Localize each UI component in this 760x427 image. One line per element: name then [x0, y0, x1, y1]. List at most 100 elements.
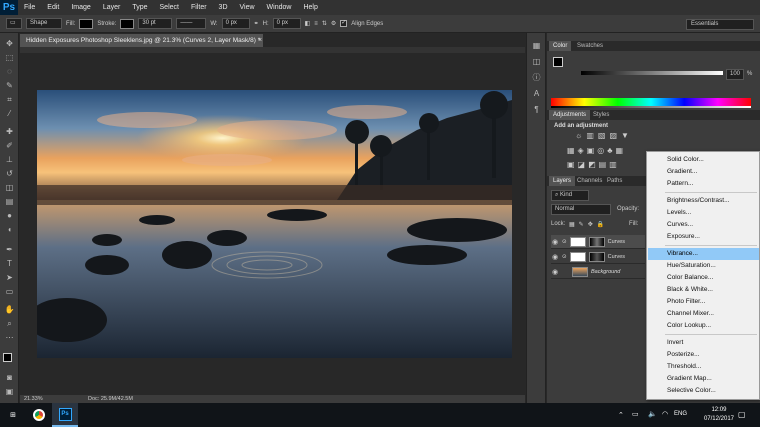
menu-item-exposure[interactable]: Exposure...: [648, 231, 759, 243]
stroke-swatch[interactable]: [120, 18, 135, 29]
menu-select[interactable]: Select: [154, 0, 185, 15]
tab-channels[interactable]: Channels: [573, 176, 606, 186]
layer-mask-thumbnail[interactable]: [588, 236, 605, 247]
adjustment-icons-row-1[interactable]: ☼▥▧▨▼: [575, 131, 633, 140]
layer-thumbnail[interactable]: [572, 266, 588, 277]
language-indicator[interactable]: ENG: [674, 411, 687, 417]
menu-item-levels[interactable]: Levels...: [648, 207, 759, 219]
chrome-icon[interactable]: [26, 403, 52, 427]
link-icon[interactable]: ⚭: [254, 20, 259, 27]
layer-mask-thumbnail[interactable]: [569, 236, 586, 247]
zoom-level[interactable]: 21.33%: [24, 395, 43, 403]
layer-row[interactable]: ◉ ⊙ Curves: [551, 235, 645, 249]
eyedropper-tool-icon[interactable]: ⁄: [4, 109, 15, 118]
notifications-icon[interactable]: ▢: [738, 410, 746, 419]
menu-item-black-white[interactable]: Black & White...: [648, 284, 759, 296]
menu-item-channel-mixer[interactable]: Channel Mixer...: [648, 308, 759, 320]
stroke-width-field[interactable]: 30 pt: [138, 18, 173, 29]
menu-item-curves[interactable]: Curves...: [648, 219, 759, 231]
brush-tool-icon[interactable]: ✐: [4, 141, 15, 150]
color-foreground-swatch[interactable]: [553, 57, 563, 67]
fill-swatch[interactable]: [79, 18, 94, 29]
color-value-field[interactable]: 100: [726, 69, 744, 80]
blend-mode-select[interactable]: Normal: [551, 204, 611, 215]
menu-item-posterize[interactable]: Posterize...: [648, 349, 759, 361]
crop-tool-icon[interactable]: ⌗: [4, 95, 15, 104]
path-arrangement-icon[interactable]: ⇅: [322, 20, 327, 27]
type-tool-icon[interactable]: T: [4, 259, 15, 268]
document-image[interactable]: [37, 90, 512, 358]
screen-mode-icon[interactable]: ▣: [4, 387, 15, 396]
wifi-icon[interactable]: ◠: [662, 410, 668, 418]
tab-swatches[interactable]: Swatches: [573, 41, 607, 51]
eraser-tool-icon[interactable]: ◫: [4, 183, 15, 192]
marquee-tool-icon[interactable]: ⬚: [4, 53, 15, 62]
lasso-tool-icon[interactable]: ◌: [4, 67, 15, 76]
layer-name[interactable]: Curves: [608, 239, 625, 245]
gradient-tool-icon[interactable]: ▤: [4, 197, 15, 206]
menu-file[interactable]: File: [18, 0, 41, 15]
network-icon[interactable]: ▭: [632, 410, 639, 418]
layer-name[interactable]: Background: [591, 269, 620, 275]
rectangle-tool-icon[interactable]: ▭: [4, 287, 15, 296]
adjustment-icons-row-3[interactable]: ▣◪◩▤▥: [567, 160, 620, 169]
lock-icons[interactable]: ▦✎✥🔒: [569, 221, 608, 228]
menu-item-threshold[interactable]: Threshold...: [648, 361, 759, 373]
hand-tool-icon[interactable]: ✋: [4, 305, 15, 314]
dodge-tool-icon[interactable]: ◖: [4, 225, 15, 234]
eye-icon[interactable]: ◉: [551, 253, 559, 261]
eye-icon[interactable]: ◉: [551, 268, 559, 276]
layer-mask-thumbnail[interactable]: [569, 251, 586, 262]
move-tool-icon[interactable]: ✥: [4, 39, 15, 48]
layer-row[interactable]: ◉ Background: [551, 265, 645, 279]
healing-brush-tool-icon[interactable]: ✚: [4, 127, 15, 136]
menu-item-color-balance[interactable]: Color Balance...: [648, 272, 759, 284]
menu-item-hue-saturation[interactable]: Hue/Saturation...: [648, 260, 759, 272]
properties-panel-icon[interactable]: ◫: [531, 57, 542, 66]
quick-mask-icon[interactable]: ◙: [4, 373, 15, 382]
tab-styles[interactable]: Styles: [589, 110, 613, 120]
history-brush-tool-icon[interactable]: ↺: [4, 169, 15, 178]
history-panel-icon[interactable]: ▦: [531, 41, 542, 50]
layer-mask-thumbnail[interactable]: [588, 251, 605, 262]
layer-filter-select[interactable]: ⌕ Kind: [551, 190, 589, 201]
tab-adjustments[interactable]: Adjustments: [549, 110, 591, 120]
blur-tool-icon[interactable]: ●: [4, 211, 15, 220]
menu-edit[interactable]: Edit: [41, 0, 65, 15]
menu-image[interactable]: Image: [65, 0, 96, 15]
zoom-tool-icon[interactable]: ⌕: [4, 319, 15, 328]
path-select-tool-icon[interactable]: ➤: [4, 273, 15, 282]
gear-icon[interactable]: ⚙: [331, 20, 336, 27]
color-slider-track[interactable]: [581, 71, 723, 75]
document-tab[interactable]: Hidden Exposures Photoshop Sleeklens.jpg…: [20, 34, 263, 47]
menu-window[interactable]: Window: [261, 0, 298, 15]
height-field[interactable]: 0 px: [272, 18, 301, 29]
eye-icon[interactable]: ◉: [551, 238, 559, 246]
menu-item-pattern[interactable]: Pattern...: [648, 178, 759, 190]
color-spectrum[interactable]: [551, 98, 751, 106]
menu-help[interactable]: Help: [297, 0, 323, 15]
stroke-type-select[interactable]: ——: [176, 18, 207, 29]
menu-item-gradient[interactable]: Gradient...: [648, 166, 759, 178]
menu-item-color-lookup[interactable]: Color Lookup...: [648, 320, 759, 332]
chevron-up-icon[interactable]: ⌃: [618, 411, 624, 419]
character-panel-icon[interactable]: A: [531, 89, 542, 98]
more-tools-icon[interactable]: ⋯: [4, 333, 15, 342]
adjustment-icons-row-2[interactable]: ▦◈▣◎♣▦: [567, 146, 626, 155]
menu-view[interactable]: View: [234, 0, 261, 15]
menu-item-selective-color[interactable]: Selective Color...: [648, 385, 759, 397]
shape-mode-select[interactable]: Shape: [26, 18, 62, 29]
menu-item-gradient-map[interactable]: Gradient Map...: [648, 373, 759, 385]
path-alignment-icon[interactable]: ≡: [314, 21, 318, 27]
align-edges-checkbox[interactable]: ✓: [340, 20, 348, 27]
color-spectrum-grayscale[interactable]: [551, 106, 751, 108]
foreground-color-swatch[interactable]: [3, 353, 12, 362]
layer-row[interactable]: ◉ ⊙ Curves: [551, 250, 645, 264]
menu-type[interactable]: Type: [126, 0, 153, 15]
quick-select-tool-icon[interactable]: ✎: [4, 81, 15, 90]
workspace-select[interactable]: Essentials: [686, 19, 754, 30]
info-panel-icon[interactable]: ⓘ: [531, 73, 542, 82]
pen-tool-icon[interactable]: ✒: [4, 245, 15, 254]
menu-item-vibrance[interactable]: Vibrance...: [648, 248, 759, 260]
tab-color[interactable]: Color: [549, 41, 572, 51]
